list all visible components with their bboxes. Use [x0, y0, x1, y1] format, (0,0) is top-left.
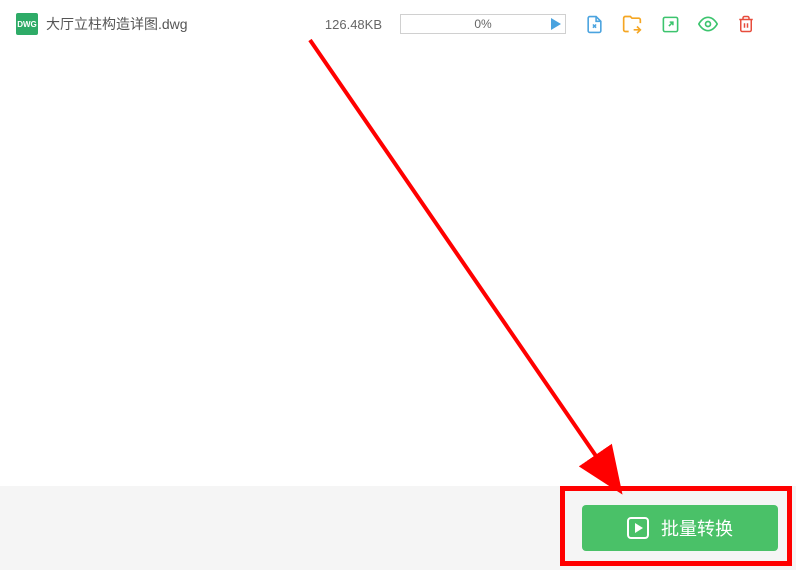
preview-eye-icon[interactable] — [698, 14, 718, 34]
progress-bar[interactable]: 0% — [400, 14, 566, 34]
file-row: DWG 大厅立柱构造详图.dwg 126.48KB 0% — [0, 0, 796, 48]
delete-icon[interactable] — [736, 14, 756, 34]
file-actions — [584, 14, 756, 34]
file-size-label: 126.48KB — [296, 17, 382, 32]
export-icon[interactable] — [660, 14, 680, 34]
bottom-toolbar: 批量转换 — [0, 486, 796, 570]
open-file-icon[interactable] — [584, 14, 604, 34]
file-name-label: 大厅立柱构造详图.dwg — [46, 14, 296, 34]
progress-text: 0% — [474, 17, 491, 31]
annotation-arrow-icon — [300, 30, 720, 510]
play-icon[interactable] — [551, 18, 561, 30]
play-box-icon — [627, 517, 649, 539]
open-folder-icon[interactable] — [622, 14, 642, 34]
dwg-file-icon: DWG — [16, 13, 38, 35]
batch-convert-label: 批量转换 — [661, 515, 733, 541]
batch-convert-button[interactable]: 批量转换 — [582, 505, 778, 551]
